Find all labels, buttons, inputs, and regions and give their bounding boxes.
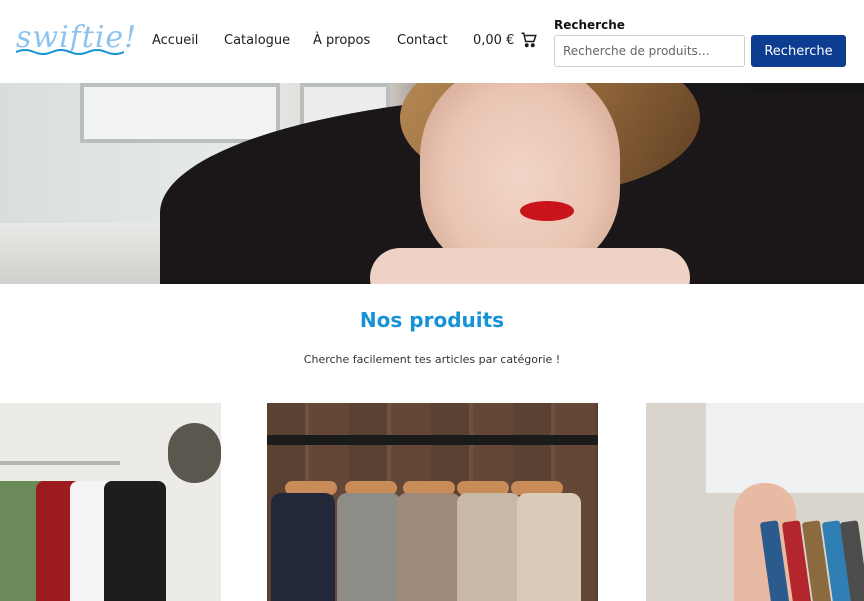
nav-item-accueil[interactable]: Accueil	[152, 33, 198, 48]
logo-wave-icon	[16, 49, 124, 55]
search-input[interactable]	[554, 35, 745, 67]
search-label: Recherche	[554, 18, 625, 32]
nav-item-catalogue[interactable]: Catalogue	[224, 33, 290, 48]
tshirt-image	[104, 481, 166, 601]
section-subtitle: Cherche facilement tes articles par caté…	[303, 353, 561, 366]
hero-lips	[520, 201, 574, 221]
site-header: swiftie! Accueil Catalogue À propos Cont…	[0, 0, 864, 83]
category-card-bracelets[interactable]	[646, 403, 864, 601]
cart-icon	[521, 32, 538, 48]
sweater-image	[337, 493, 401, 601]
search-button[interactable]: Recherche	[751, 35, 846, 67]
hero-arm	[370, 248, 690, 284]
sweater-image	[517, 493, 581, 601]
clothes-rail	[267, 435, 598, 445]
cart-total: 0,00 €	[473, 32, 515, 48]
category-card-tshirts[interactable]	[0, 403, 221, 601]
section-title: Nos produits	[359, 308, 505, 332]
sweater-image	[397, 493, 461, 601]
clothes-rail	[0, 461, 120, 465]
sweater-image	[271, 493, 335, 601]
hero-banner-image	[0, 83, 864, 284]
cap-image	[168, 423, 221, 483]
hero-window	[80, 83, 280, 143]
sweater-image	[457, 493, 521, 601]
wall-poster	[706, 403, 864, 493]
nav-item-a-propos[interactable]: À propos	[313, 33, 370, 48]
site-logo[interactable]: swiftie!	[16, 20, 137, 55]
cart-button[interactable]: 0,00 €	[473, 31, 538, 49]
nav-item-contact[interactable]: Contact	[397, 33, 448, 48]
category-card-sweaters[interactable]	[267, 403, 598, 601]
hero-face	[420, 83, 620, 273]
